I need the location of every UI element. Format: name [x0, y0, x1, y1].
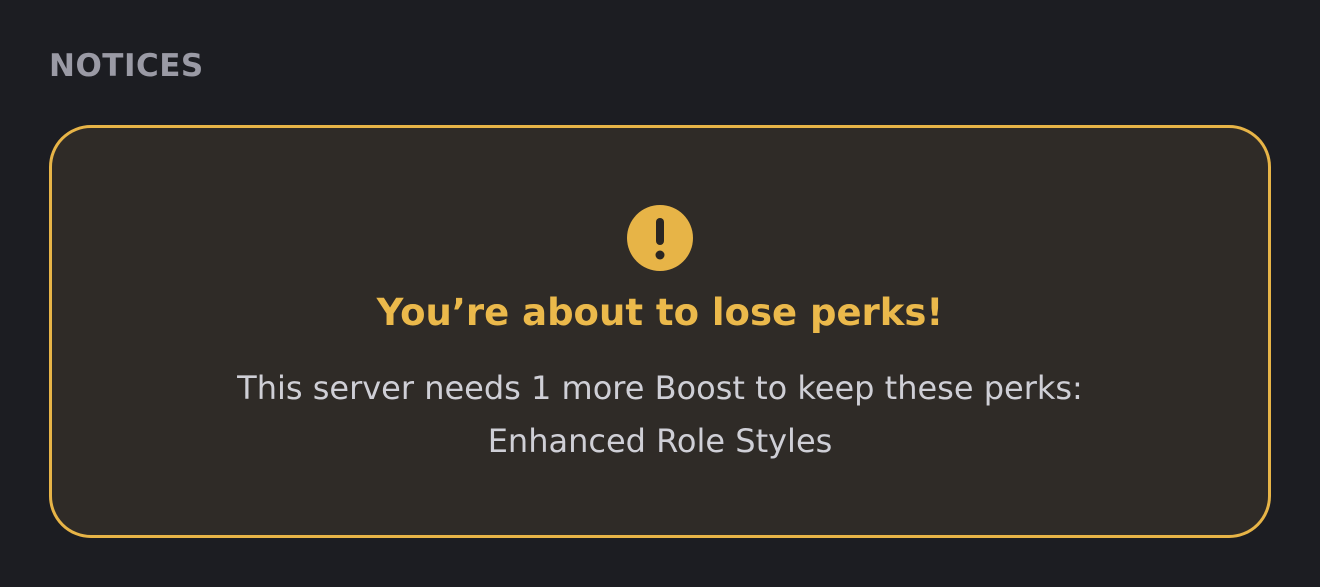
notice-message-perk-name: Enhanced Role Styles: [487, 422, 833, 460]
exclamation-circle-icon: [627, 205, 693, 271]
boost-perks-warning-notice: You’re about to lose perks! This server …: [49, 125, 1271, 538]
notice-title: You’re about to lose perks!: [376, 291, 944, 334]
notices-section-heading: NOTICES: [49, 48, 204, 84]
notice-message: This server needs 1 more Boost to keep t…: [112, 362, 1208, 468]
notice-message-line-1: This server needs 1 more Boost to keep t…: [237, 369, 1083, 407]
